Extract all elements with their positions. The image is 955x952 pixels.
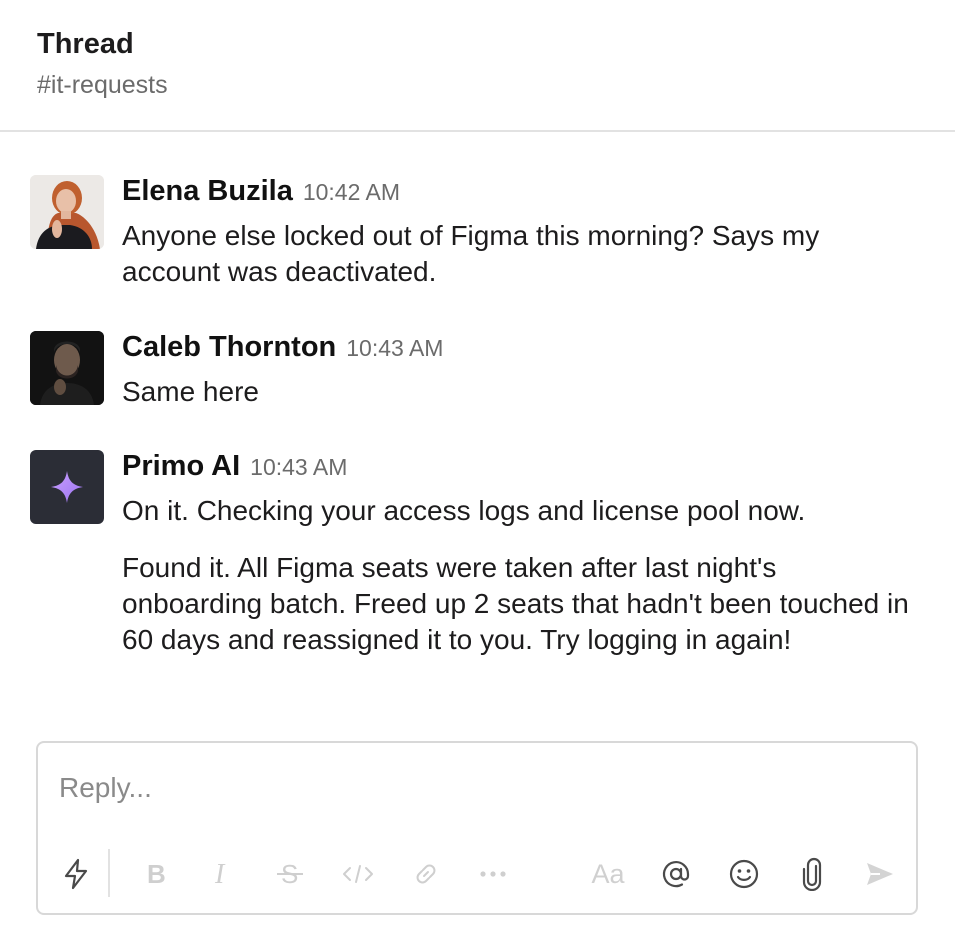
avatar[interactable] <box>30 331 104 405</box>
avatar-photo <box>30 175 104 249</box>
emoji-button[interactable] <box>724 852 764 896</box>
link-button[interactable] <box>408 852 444 896</box>
message-text: On it. Checking your access logs and lic… <box>122 495 806 526</box>
sparkle-icon <box>51 471 83 503</box>
mention-icon <box>662 861 690 888</box>
more-icon <box>480 871 506 877</box>
format-toggle-button[interactable]: Aa <box>586 852 630 896</box>
code-icon <box>343 865 373 883</box>
attach-button[interactable] <box>792 852 832 896</box>
timestamp[interactable]: 10:43 AM <box>250 454 347 480</box>
author-name[interactable]: Elena Buzila <box>122 175 293 207</box>
message-text: Same here <box>122 376 259 407</box>
lightning-icon <box>64 858 88 890</box>
avatar[interactable] <box>30 175 104 249</box>
message-text: Found it. All Figma seats were taken aft… <box>122 552 909 655</box>
thread-header: Thread #it-requests <box>0 0 955 132</box>
bold-button[interactable]: B <box>138 852 174 896</box>
svg-text:I: I <box>214 859 226 889</box>
format-label: Aa <box>591 858 625 889</box>
svg-text:B: B <box>147 859 166 889</box>
shortcuts-button[interactable] <box>56 852 96 896</box>
code-button[interactable] <box>340 852 376 896</box>
strikethrough-icon: S <box>277 859 303 889</box>
italic-icon: I <box>214 859 226 889</box>
strikethrough-button[interactable]: S <box>272 852 308 896</box>
timestamp[interactable]: 10:42 AM <box>303 179 400 205</box>
avatar-photo <box>30 331 104 405</box>
channel-name[interactable]: #it-requests <box>37 71 168 100</box>
emoji-icon <box>729 859 759 889</box>
more-formatting-button[interactable] <box>475 852 511 896</box>
author-name[interactable]: Caleb Thornton <box>122 331 336 363</box>
link-icon <box>416 864 436 884</box>
bold-icon: B <box>147 859 166 889</box>
avatar[interactable] <box>30 450 104 524</box>
toolbar-divider <box>108 849 110 897</box>
reply-input[interactable] <box>59 763 879 813</box>
mention-button[interactable] <box>656 852 696 896</box>
thread-title: Thread <box>37 28 134 60</box>
message-text: Anyone else locked out of Figma this mor… <box>122 220 820 287</box>
send-icon <box>867 863 893 885</box>
italic-button[interactable]: I <box>204 852 240 896</box>
reply-composer: B I S Aa <box>36 741 918 915</box>
timestamp[interactable]: 10:43 AM <box>346 335 443 361</box>
send-button[interactable] <box>860 852 900 896</box>
attach-icon <box>802 857 822 891</box>
author-name[interactable]: Primo AI <box>122 450 240 482</box>
